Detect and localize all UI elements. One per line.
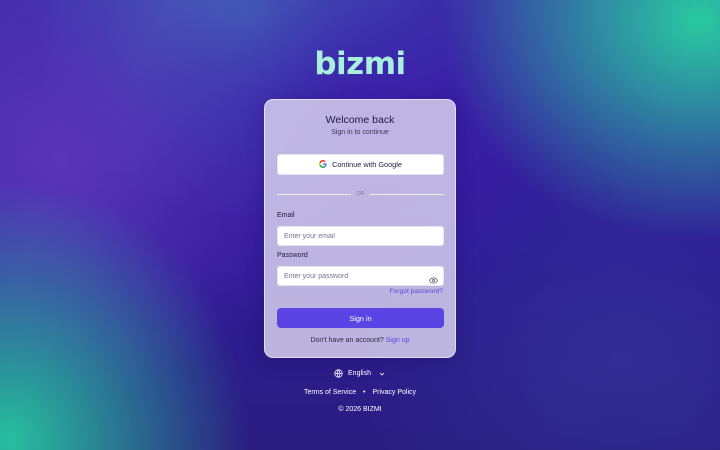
sign-in-button[interactable]: Sign in — [277, 308, 444, 328]
chevron-down-icon — [378, 370, 386, 378]
language-selector[interactable]: English — [0, 369, 720, 378]
privacy-policy-link[interactable]: Privacy Policy — [372, 389, 416, 396]
or-divider: OR — [277, 189, 444, 199]
copyright-text: © 2026 BIZMI — [338, 406, 382, 413]
continue-with-google-button[interactable]: Continue with Google — [277, 154, 444, 175]
email-input[interactable] — [277, 226, 444, 246]
signup-prompt: Don't have an account? — [310, 337, 384, 344]
forgot-password-link[interactable]: Forgot password? — [389, 288, 443, 295]
password-label: Password — [277, 252, 308, 259]
password-input[interactable] — [277, 266, 444, 286]
footer-separator: • — [363, 389, 366, 396]
signup-row: Don't have an account? Sign up — [265, 337, 455, 344]
globe-icon — [334, 369, 343, 378]
login-card: Welcome back Sign in to continue Continu… — [264, 99, 456, 358]
eye-icon[interactable] — [428, 272, 439, 284]
terms-of-service-link[interactable]: Terms of Service — [304, 389, 356, 396]
divider-line-right — [370, 194, 444, 195]
email-label: Email — [277, 212, 295, 219]
footer-links: Terms of Service • Privacy Policy — [0, 389, 720, 396]
card-subtitle: Sign in to continue — [331, 129, 389, 136]
card-title: Welcome back — [325, 114, 395, 126]
google-button-label: Continue with Google — [332, 160, 402, 169]
sign-up-link[interactable]: Sign up — [386, 337, 410, 344]
language-label: English — [348, 370, 371, 377]
google-icon — [319, 159, 327, 170]
brand-logo: bizmi — [314, 46, 406, 82]
